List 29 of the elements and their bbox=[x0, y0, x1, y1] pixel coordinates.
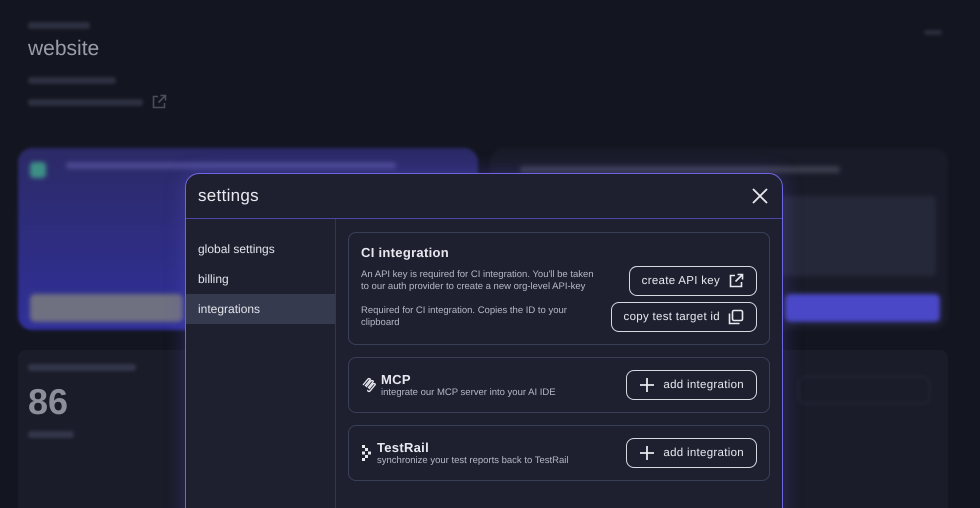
external-link-icon bbox=[728, 273, 744, 289]
close-button[interactable] bbox=[750, 186, 770, 206]
add-integration-button[interactable]: add integration bbox=[626, 370, 757, 400]
sidebar-item[interactable]: global settings bbox=[186, 234, 335, 264]
copy-button[interactable]: copy test target id bbox=[610, 302, 757, 332]
card-title: CI integration bbox=[361, 245, 450, 260]
integration-name: MCP bbox=[381, 372, 412, 387]
dots-icon bbox=[361, 444, 373, 462]
integration-name: TestRail bbox=[377, 440, 430, 455]
card-description: Required for CI integration. Copies the ID to your clipboard bbox=[361, 305, 568, 329]
external-link-icon bbox=[151, 94, 167, 110]
create-key-button[interactable]: create API key bbox=[628, 266, 757, 296]
close-icon bbox=[752, 188, 768, 204]
card-description: An API key is required for CI integration. You'll be taken to our auth provider to create a new org-level API-key bbox=[361, 269, 595, 293]
sidebar-item[interactable]: billing bbox=[186, 264, 335, 294]
plus-icon bbox=[639, 445, 656, 461]
sidebar-item[interactable]: integrations bbox=[186, 294, 335, 324]
logo-icon bbox=[30, 162, 46, 178]
add-integration-button[interactable]: add integration bbox=[626, 438, 757, 468]
project-title: website bbox=[28, 37, 100, 61]
stat-value: 86 bbox=[28, 381, 68, 423]
coil-icon bbox=[361, 376, 377, 394]
integration-description: synchronize your test reports back to TestRail bbox=[377, 455, 568, 466]
copy-icon bbox=[728, 309, 744, 325]
blurred-label bbox=[28, 431, 74, 438]
plus-icon bbox=[639, 377, 656, 393]
integration-description: integrate our MCP server into your AI IDE bbox=[381, 387, 556, 398]
blurred-label bbox=[28, 22, 90, 29]
dialog-title: settings bbox=[198, 186, 259, 206]
